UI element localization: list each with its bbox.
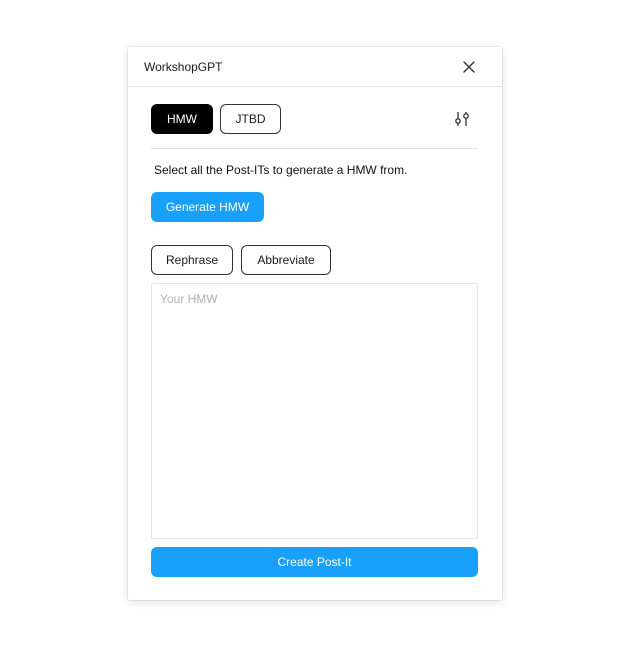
tab-jtbd[interactable]: JTBD bbox=[220, 104, 281, 134]
title-bar: WorkshopGPT bbox=[128, 47, 502, 87]
abbreviate-button[interactable]: Abbreviate bbox=[241, 245, 331, 275]
create-post-it-button[interactable]: Create Post-It bbox=[151, 547, 478, 577]
instruction-text: Select all the Post-ITs to generate a HM… bbox=[154, 163, 408, 177]
window-title: WorkshopGPT bbox=[144, 60, 223, 74]
rephrase-button[interactable]: Rephrase bbox=[151, 245, 233, 275]
divider bbox=[151, 148, 478, 149]
generate-hmw-button[interactable]: Generate HMW bbox=[151, 192, 264, 222]
sliders-icon[interactable] bbox=[451, 108, 473, 130]
tab-hmw[interactable]: HMW bbox=[151, 104, 213, 134]
hmw-textarea[interactable] bbox=[151, 283, 478, 539]
plugin-panel: WorkshopGPT HMW JTBD Select all the Post… bbox=[128, 47, 502, 600]
close-icon[interactable] bbox=[459, 57, 479, 77]
